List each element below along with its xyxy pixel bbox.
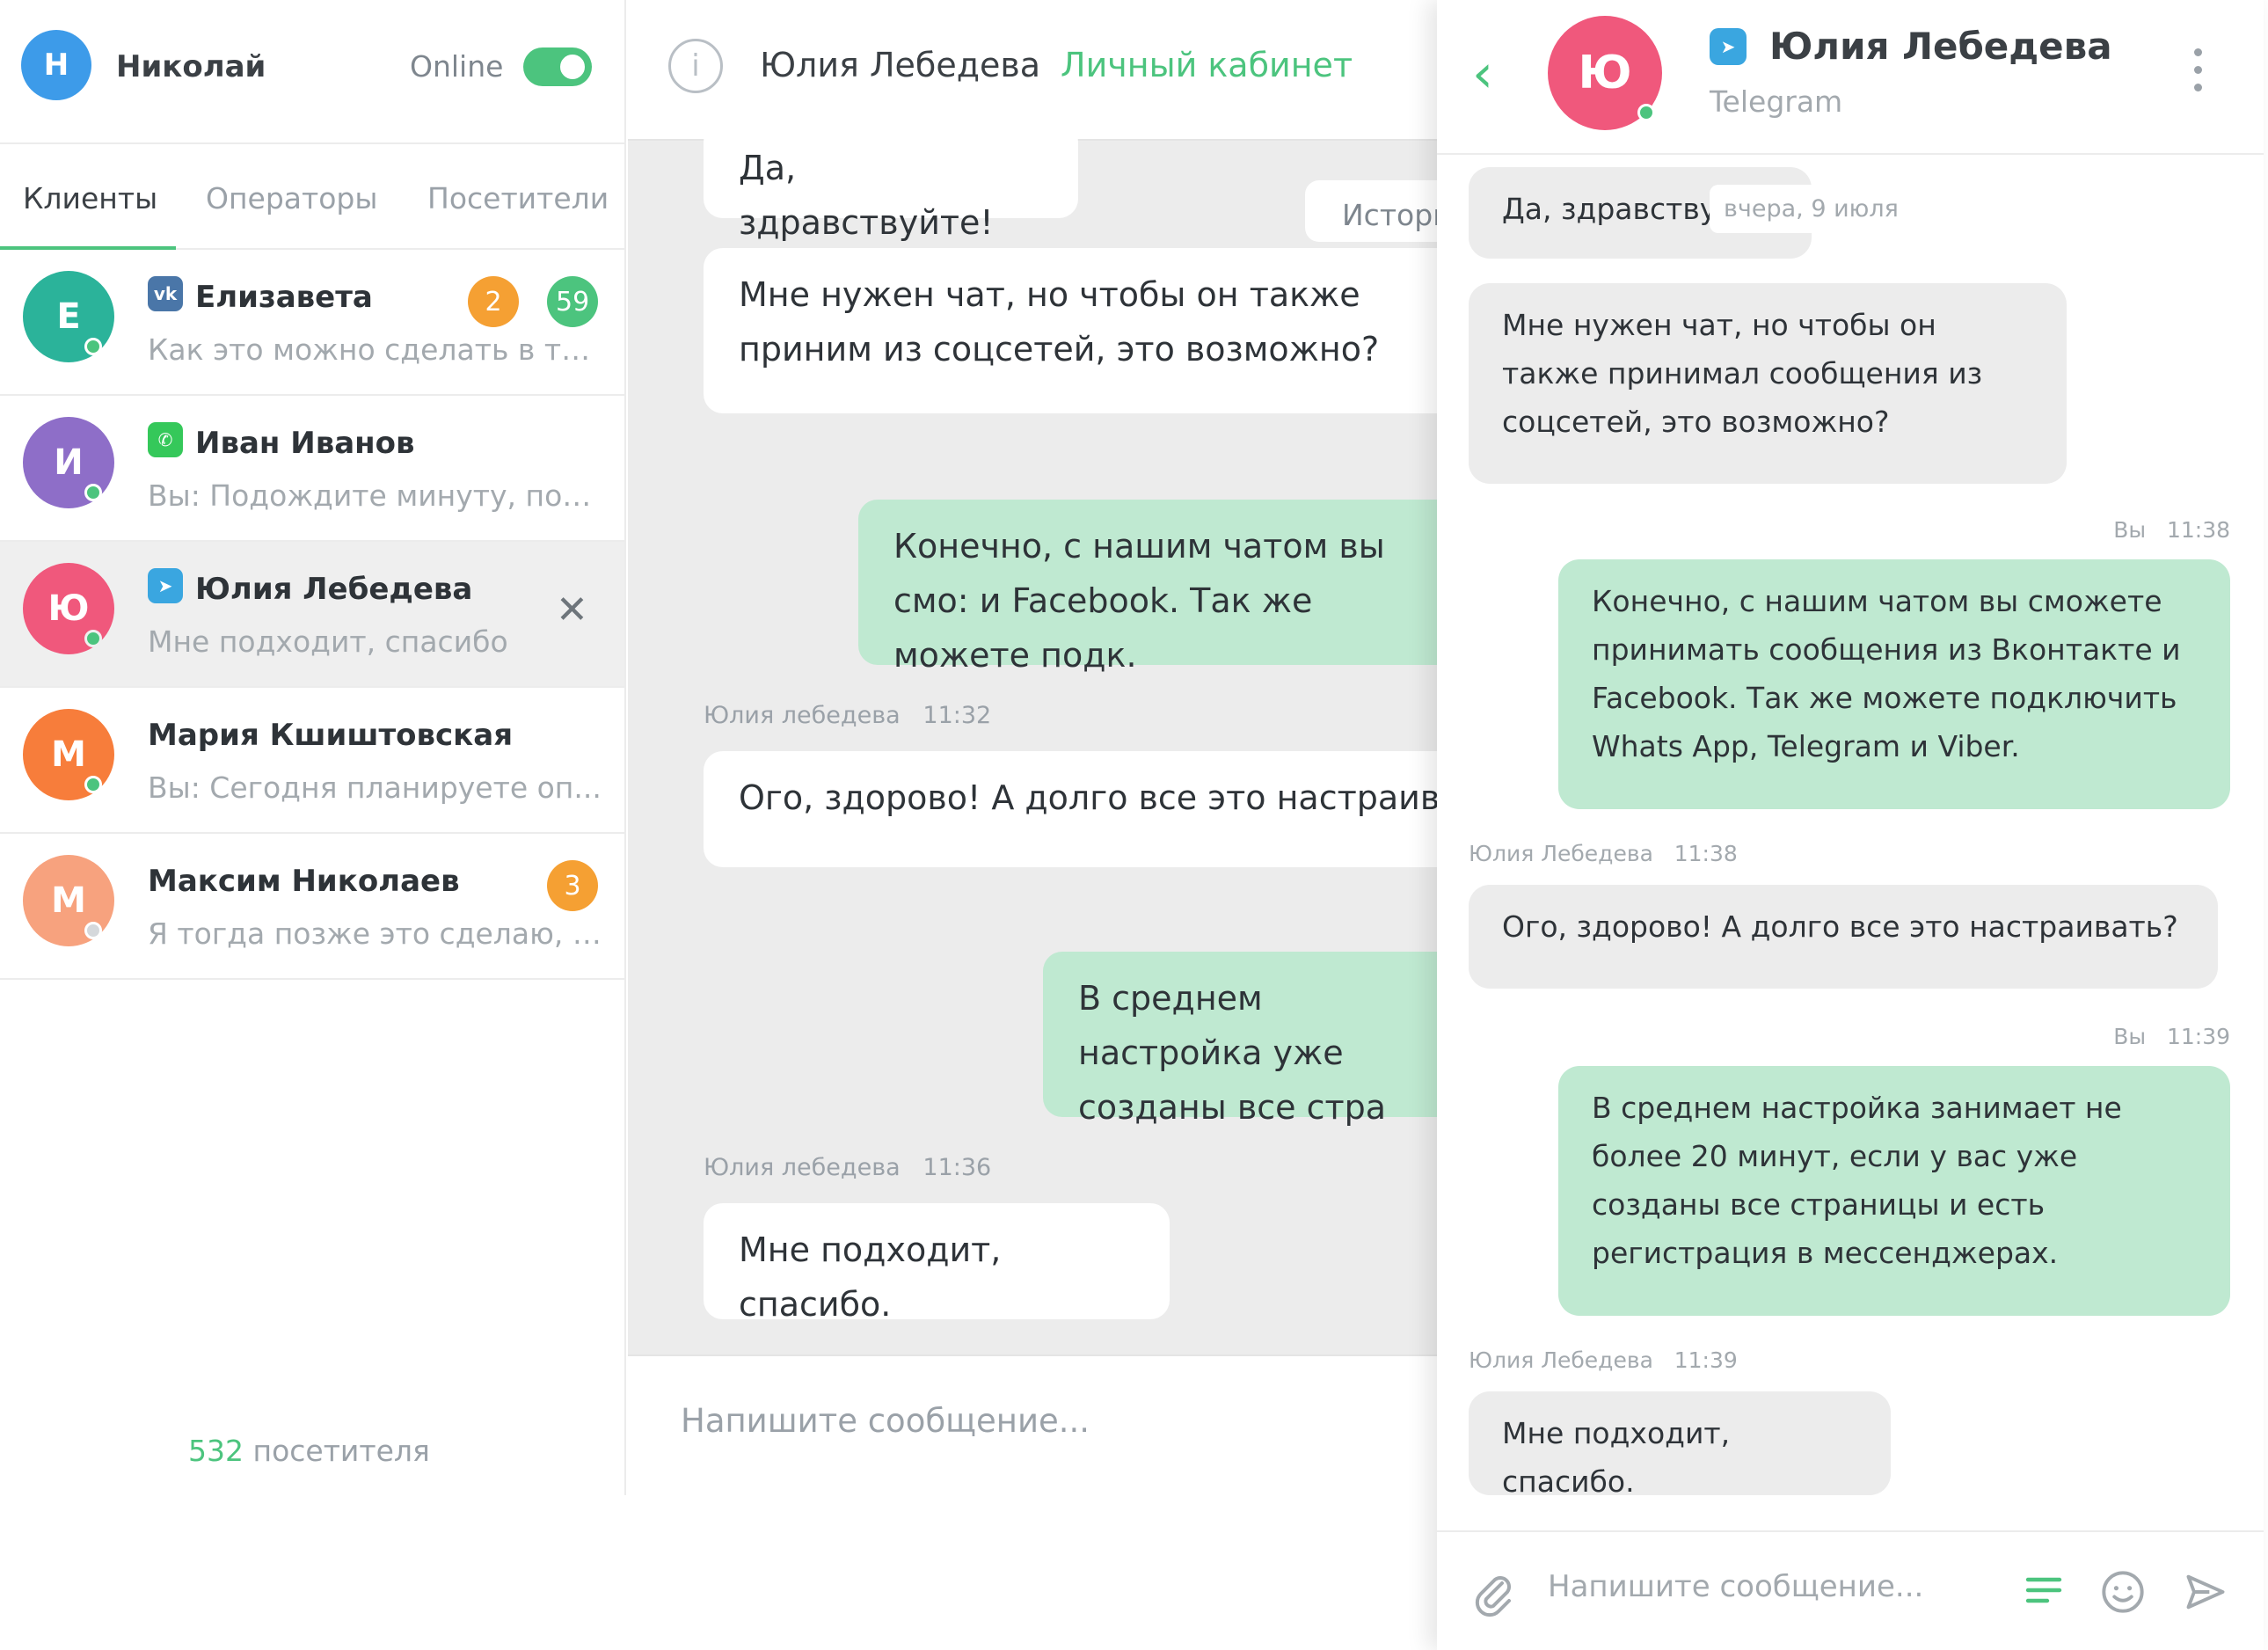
close-icon[interactable]: ✕ bbox=[556, 588, 588, 632]
tab-operators[interactable]: Операторы bbox=[206, 181, 377, 215]
client-name: Мария Кшиштовская bbox=[148, 718, 514, 753]
client-name: Елизавета bbox=[195, 280, 373, 315]
chevron-left-icon[interactable]: ‹ bbox=[1472, 47, 1511, 102]
online-dot bbox=[84, 630, 102, 647]
more-options-icon[interactable] bbox=[2184, 44, 2211, 106]
message-input[interactable]: Напишите сообщение... bbox=[681, 1402, 1090, 1440]
tab-clients[interactable]: Клиенты bbox=[23, 181, 157, 215]
conversation-header: i Юлия Лебедева Личный кабинет bbox=[628, 0, 1437, 141]
conversation-contact-name: Юлия Лебедева bbox=[760, 46, 1041, 84]
widget-contact-name: Юлия Лебедева bbox=[1769, 25, 2112, 68]
client-list-item[interactable]: М Максим Николаев 3 Я тогда позже это сд… bbox=[0, 834, 624, 980]
message-meta: Юлия Лебедева 11:38 bbox=[1469, 841, 1738, 866]
message-time: 11:36 bbox=[923, 1154, 992, 1181]
paperclip-icon[interactable] bbox=[1472, 1569, 1514, 1626]
message-composer: Напишите сообщение... bbox=[628, 1354, 1437, 1495]
client-preview: Вы: Подождите минуту, пож... bbox=[148, 478, 605, 513]
message-meta: Вы 11:39 bbox=[2113, 1024, 2230, 1049]
message-author: Юлия лебедева bbox=[704, 1154, 901, 1181]
message-meta: Юлия Лебедева 11:39 bbox=[1469, 1347, 1738, 1373]
client-tabs: Клиенты Операторы Посетители bbox=[0, 142, 624, 251]
message-author: Юлия Лебедева bbox=[1469, 1347, 1653, 1373]
client-preview: Мне подходит, спасибо bbox=[148, 624, 508, 659]
message-author: Юлия Лебедева bbox=[1469, 841, 1653, 866]
offline-dot bbox=[84, 922, 102, 939]
online-dot bbox=[84, 484, 102, 501]
widget-message-out: В среднем настройка занимает не более 20… bbox=[1558, 1066, 2230, 1316]
operator-avatar[interactable]: Н bbox=[21, 30, 91, 100]
widget-message-out: Конечно, с нашим чатом вы сможете приним… bbox=[1558, 559, 2230, 809]
message-meta: Вы 11:38 bbox=[2113, 517, 2230, 543]
online-dot bbox=[84, 338, 102, 355]
chat-widget: ‹ Ю ➤ Юлия Лебедева Telegram Да, здравст… bbox=[1437, 0, 2264, 1650]
message-bubble-in: Мне нужен чат, но чтобы он также приним … bbox=[704, 248, 1437, 413]
message-bubble-in: Ого, здорово! А долго все это настраиват bbox=[704, 751, 1437, 867]
vk-icon: vk bbox=[148, 276, 183, 311]
client-name: Иван Иванов bbox=[195, 426, 415, 461]
client-preview: Как это можно сделать в так... bbox=[148, 332, 605, 367]
personal-cabinet-link[interactable]: Личный кабинет bbox=[1061, 46, 1353, 84]
conversation-panel: i Юлия Лебедева Личный кабинет Да, здрав… bbox=[628, 0, 1437, 1495]
client-name: Максим Николаев bbox=[148, 864, 460, 899]
message-time: 11:39 bbox=[1674, 1347, 1738, 1373]
online-dot bbox=[1637, 104, 1655, 121]
message-bubble-in: Да, здравствуйте! bbox=[704, 123, 1078, 242]
telegram-icon: ➤ bbox=[148, 568, 183, 603]
message-author: Вы bbox=[2113, 517, 2147, 543]
widget-message-in: Мне нужен чат, но чтобы он также принима… bbox=[1469, 283, 2067, 484]
message-time: 11:38 bbox=[1674, 841, 1738, 866]
message-bubble-out: Конечно, с нашим чатом вы смо: и Faceboo… bbox=[858, 500, 1437, 675]
messages-badge: 59 bbox=[547, 276, 599, 327]
widget-message-input[interactable]: Напишите сообщение... bbox=[1548, 1569, 1923, 1604]
message-time: 11:38 bbox=[2166, 517, 2230, 543]
client-list-item-selected[interactable]: Ю ➤ Юлия Лебедева Мне подходит, спасибо … bbox=[0, 542, 624, 688]
menu-icon[interactable] bbox=[2023, 1569, 2065, 1619]
widget-network-label: Telegram bbox=[1710, 84, 1843, 119]
visitors-label: посетителя bbox=[252, 1434, 430, 1468]
client-preview: Я тогда позже это сделаю, с... bbox=[148, 916, 605, 951]
online-toggle[interactable] bbox=[523, 47, 592, 86]
emoji-icon[interactable] bbox=[2100, 1569, 2146, 1623]
visitors-count: 532 bbox=[188, 1434, 244, 1468]
message-author: Юлия лебедева bbox=[704, 702, 901, 729]
message-bubble-in: Мне подходит, спасибо. bbox=[704, 1203, 1170, 1324]
send-icon[interactable] bbox=[2183, 1569, 2228, 1623]
online-dot bbox=[84, 776, 102, 793]
message-meta: Юлия лебедева 11:36 bbox=[704, 1154, 991, 1181]
message-meta: Юлия лебедева 11:32 bbox=[704, 702, 991, 729]
message-bubble-out: В среднем настройка уже созданы все стра bbox=[1043, 952, 1437, 1127]
client-name: Юлия Лебедева bbox=[195, 572, 473, 607]
message-time: 11:32 bbox=[923, 702, 992, 729]
whatsapp-icon: ✆ bbox=[148, 422, 183, 457]
clients-sidebar: Н Николай Online Клиенты Операторы Посет… bbox=[0, 0, 626, 1495]
message-author: Вы bbox=[2113, 1024, 2147, 1049]
operator-name: Николай bbox=[116, 49, 266, 84]
history-button[interactable]: Истори bbox=[1305, 180, 1437, 242]
widget-message-in: Мне подходит, спасибо. bbox=[1469, 1391, 1891, 1499]
client-preview: Вы: Сегодня планируете оп... bbox=[148, 770, 602, 805]
widget-header: ‹ Ю ➤ Юлия Лебедева Telegram bbox=[1437, 0, 2264, 155]
widget-message-in: Ого, здорово! А долго все это настраиват… bbox=[1469, 885, 2218, 989]
client-list-item[interactable]: И ✆ Иван Иванов Вы: Подождите минуту, по… bbox=[0, 396, 624, 542]
client-list-item[interactable]: М Мария Кшиштовская Вы: Сегодня планируе… bbox=[0, 688, 624, 834]
unread-badge: 2 bbox=[468, 276, 519, 327]
status-label: Online bbox=[410, 49, 504, 84]
telegram-icon: ➤ bbox=[1710, 28, 1747, 65]
tab-visitors[interactable]: Посетители bbox=[427, 181, 609, 215]
widget-composer: Напишите сообщение... bbox=[1437, 1530, 2264, 1650]
client-list-item[interactable]: Е vk Елизавета 2 59 Как это можно сделат… bbox=[0, 250, 624, 396]
message-time: 11:39 bbox=[2166, 1024, 2230, 1049]
visitors-counter[interactable]: 532 посетителя bbox=[188, 1434, 430, 1468]
unread-badge: 3 bbox=[547, 860, 598, 911]
info-icon[interactable]: i bbox=[668, 39, 723, 93]
date-separator: вчера, 9 июля bbox=[1710, 185, 1913, 233]
